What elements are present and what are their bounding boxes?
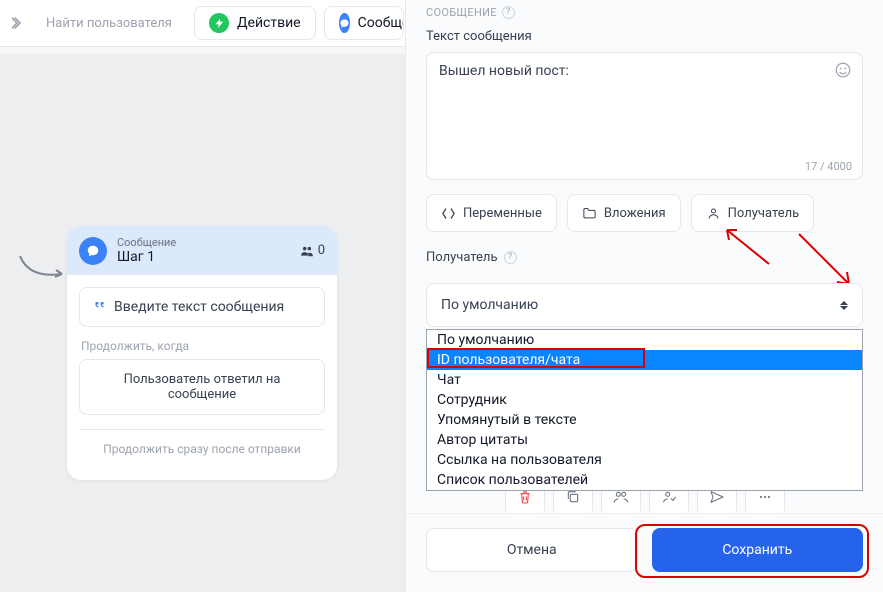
option-quote-author[interactable]: Автор цитаты	[427, 430, 862, 450]
folder-icon	[582, 206, 597, 221]
node-card[interactable]: Сообщение Шаг 1 0 Введите текст сообщени…	[67, 226, 337, 480]
recipient-select[interactable]: По умолчанию	[426, 283, 863, 327]
settings-panel: СООБЩЕНИЕ ? Текст сообщения Вышел новый …	[405, 0, 883, 592]
char-counter: 17 / 4000	[805, 160, 852, 173]
people-count: 0	[300, 243, 325, 258]
help-icon[interactable]: ?	[502, 6, 515, 19]
continue-condition[interactable]: Пользователь ответил на сообщение	[79, 359, 325, 415]
message-chip[interactable]: Сообщение	[324, 6, 404, 40]
attachments-button[interactable]: Вложения	[567, 194, 681, 232]
node-header: Сообщение Шаг 1 0	[67, 226, 337, 275]
trash-icon	[517, 489, 533, 505]
continue-immediately[interactable]: Продолжить сразу после отправки	[79, 430, 325, 468]
message-textarea[interactable]: Вышел новый пост: 17 / 4000	[426, 52, 863, 180]
connector-arrow-icon	[18, 254, 68, 288]
people-icon	[300, 244, 314, 258]
variables-button[interactable]: Переменные	[426, 194, 557, 232]
option-user-chat-id[interactable]: ID пользователя/чата	[427, 350, 862, 370]
option-default[interactable]: По умолчанию	[427, 330, 862, 350]
send-icon	[709, 489, 725, 505]
lightning-icon	[209, 13, 229, 33]
chat-icon	[79, 237, 107, 265]
expand-chevron-icon[interactable]	[8, 9, 28, 37]
recipient-label: Получатель ?	[426, 250, 863, 265]
sort-icon	[840, 301, 848, 310]
node-supertitle: Сообщение	[117, 236, 290, 249]
chat-icon	[339, 13, 350, 33]
search-input[interactable]	[36, 8, 186, 38]
copy-icon	[565, 489, 581, 505]
variables-icon	[441, 206, 456, 221]
quote-icon	[92, 298, 106, 316]
chip-label: Сообщение	[358, 15, 404, 31]
text-label: Текст сообщения	[426, 29, 863, 44]
recipient-dropdown: По умолчанию ID пользователя/чата Чат Со…	[426, 329, 863, 491]
option-chat[interactable]: Чат	[427, 370, 862, 390]
chip-label: Действие	[237, 15, 301, 31]
help-icon[interactable]: ?	[504, 251, 517, 264]
option-employee[interactable]: Сотрудник	[427, 390, 862, 410]
user-check-icon	[661, 489, 677, 505]
message-prompt[interactable]: Введите текст сообщения	[79, 287, 325, 327]
recipient-button[interactable]: Получатель	[691, 194, 815, 232]
emoji-icon[interactable]	[834, 61, 852, 83]
node-title: Шаг 1	[117, 249, 290, 265]
option-user-list[interactable]: Список пользователей	[427, 470, 862, 490]
user-icon	[706, 206, 721, 221]
section-label: СООБЩЕНИЕ ?	[426, 6, 863, 19]
save-button[interactable]: Сохранить	[652, 528, 864, 572]
action-chip[interactable]: Действие	[194, 6, 316, 40]
option-user-link[interactable]: Ссылка на пользователя	[427, 450, 862, 470]
option-mentioned[interactable]: Упомянутый в тексте	[427, 410, 862, 430]
continue-when-label: Продолжить, когда	[81, 339, 325, 353]
users-icon	[613, 489, 629, 505]
more-icon	[757, 489, 773, 505]
cancel-button[interactable]: Отмена	[426, 528, 638, 572]
